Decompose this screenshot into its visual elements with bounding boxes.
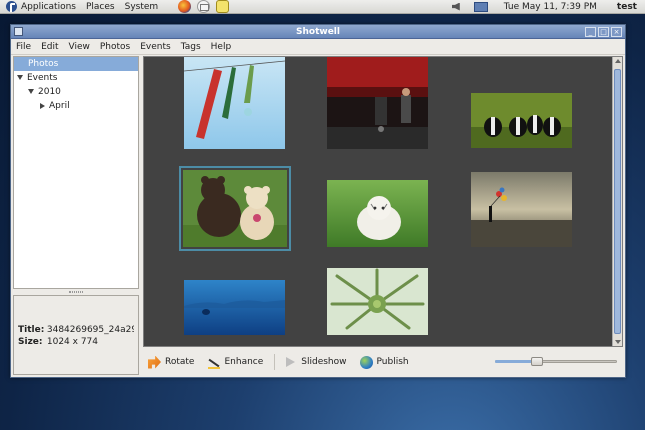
- balloons-photo[interactable]: [471, 172, 572, 247]
- window-titlebar[interactable]: Shotwell _ □ ×: [11, 25, 625, 39]
- minimize-button[interactable]: _: [585, 26, 596, 37]
- panel-tray: Tue May 11, 7:39 PM test: [451, 1, 645, 12]
- enhance-label: Enhance: [224, 357, 264, 367]
- slideshow-button[interactable]: Slideshow: [283, 357, 347, 367]
- network-icon[interactable]: [473, 1, 488, 12]
- menu-file[interactable]: File: [11, 42, 36, 52]
- window-title: Shotwell: [296, 26, 340, 37]
- zoom-thumb[interactable]: [531, 357, 543, 366]
- scroll-down-icon[interactable]: [615, 340, 621, 344]
- kites-photo[interactable]: [184, 57, 285, 149]
- menu-edit[interactable]: Edit: [36, 42, 63, 52]
- flower-photo[interactable]: [327, 268, 428, 335]
- menu-photos[interactable]: Photos: [95, 42, 135, 52]
- enhance-button[interactable]: Enhance: [207, 356, 263, 369]
- sidebar-item-photos[interactable]: Photos: [14, 57, 138, 71]
- stroller-photo[interactable]: [327, 57, 428, 149]
- menubar: File Edit View Photos Events Tags Help: [11, 39, 625, 55]
- expander-down-icon[interactable]: [28, 89, 34, 94]
- maximize-button[interactable]: □: [598, 26, 609, 37]
- left-pane: Photos Events 2010 April Title: 34842696…: [13, 56, 139, 376]
- size-key: Size:: [18, 337, 43, 347]
- title-key: Title:: [18, 325, 45, 335]
- scroll-up-icon[interactable]: [615, 59, 621, 63]
- photo-viewer: [143, 56, 623, 347]
- viewer-scrollbar[interactable]: [612, 57, 622, 346]
- size-value: 1024 x 774: [46, 337, 99, 347]
- title-property: Title: 3484269695_24a29...: [18, 324, 134, 336]
- shotwell-window: Shotwell _ □ × File Edit View Photos Eve…: [10, 24, 626, 378]
- rotate-icon: [148, 355, 161, 369]
- white-tiger-cub-photo[interactable]: [327, 180, 428, 247]
- size-property: Size: 1024 x 774: [18, 336, 134, 348]
- expander-down-icon[interactable]: [17, 75, 23, 80]
- menu-view[interactable]: View: [64, 42, 95, 52]
- window-controls: _ □ ×: [583, 26, 622, 37]
- toolbar-separator: [274, 354, 276, 370]
- sidebar-item-label: Photos: [28, 59, 59, 69]
- sidebar-item-april[interactable]: April: [14, 99, 138, 113]
- grip-icon: [69, 291, 83, 293]
- notes-icon[interactable]: [216, 0, 230, 13]
- publish-button[interactable]: Publish: [359, 355, 409, 369]
- blue-lake-photo[interactable]: [184, 280, 285, 335]
- publish-label: Publish: [376, 357, 409, 367]
- top-panel: Applications Places System Tue May 11, 7…: [0, 0, 645, 14]
- play-icon: [286, 357, 296, 367]
- menu-help[interactable]: Help: [206, 42, 237, 52]
- expander-right-icon[interactable]: [40, 102, 45, 109]
- title-value: 3484269695_24a29...: [46, 325, 134, 335]
- bear-and-teddy-photo[interactable]: [179, 166, 291, 251]
- firefox-icon[interactable]: [178, 0, 192, 13]
- sidebar-item-events[interactable]: Events: [14, 71, 138, 85]
- places-menu[interactable]: Places: [86, 2, 115, 12]
- rotate-button[interactable]: Rotate: [148, 355, 195, 369]
- properties-panel: Title: 3484269695_24a29... Size: 1024 x …: [13, 295, 139, 375]
- close-button[interactable]: ×: [611, 26, 622, 37]
- volume-icon[interactable]: [451, 2, 460, 11]
- menu-tags[interactable]: Tags: [176, 42, 206, 52]
- menu-events[interactable]: Events: [135, 42, 175, 52]
- fedora-icon[interactable]: [6, 1, 17, 12]
- system-menu[interactable]: System: [125, 2, 159, 12]
- zoom-slider[interactable]: [495, 355, 617, 369]
- slideshow-label: Slideshow: [301, 357, 347, 367]
- window-menu-icon[interactable]: [14, 27, 23, 36]
- mail-client-icon[interactable]: [197, 0, 211, 13]
- sidebar-item-2010[interactable]: 2010: [14, 85, 138, 99]
- globe-icon: [359, 355, 373, 369]
- scroll-thumb[interactable]: [614, 69, 621, 334]
- rotate-label: Rotate: [165, 357, 195, 367]
- applications-menu[interactable]: Applications: [21, 2, 76, 12]
- bottom-toolbar: Rotate Enhance Slideshow Publish: [143, 349, 623, 375]
- magic-wand-icon: [207, 356, 221, 369]
- sidebar-tree: Photos Events 2010 April: [13, 56, 139, 289]
- clock[interactable]: Tue May 11, 7:39 PM: [504, 2, 597, 12]
- skunks-photo[interactable]: [471, 93, 572, 148]
- sidebar-item-label: April: [49, 101, 70, 111]
- user-menu[interactable]: test: [617, 2, 637, 12]
- sidebar-item-label: Events: [27, 73, 58, 83]
- sidebar-item-label: 2010: [38, 87, 61, 97]
